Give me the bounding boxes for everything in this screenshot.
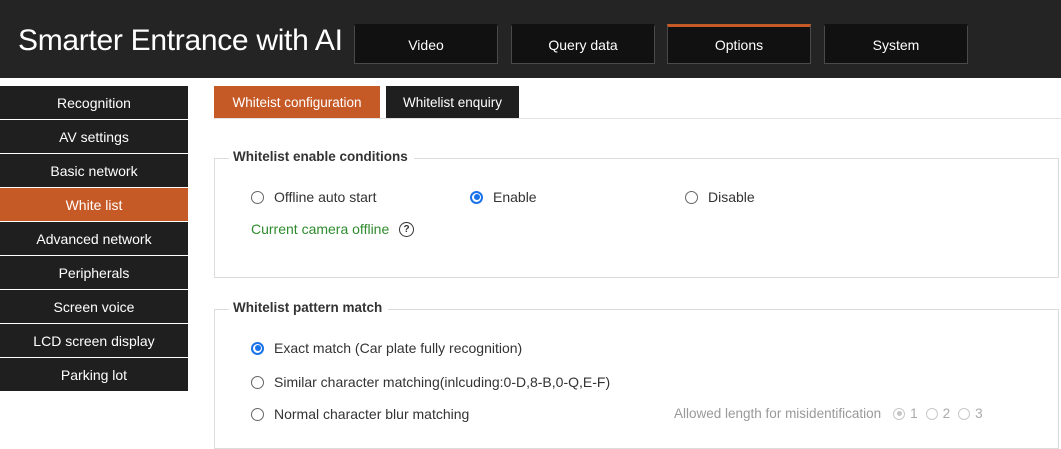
tab-query-data[interactable]: Query data	[511, 24, 655, 64]
sidebar-item-parking-lot[interactable]: Parking lot	[0, 358, 188, 391]
length-option-2[interactable]: 2	[925, 406, 951, 421]
radio-disable-circle[interactable]	[685, 190, 698, 204]
length-option-3-circle[interactable]	[958, 407, 971, 420]
sub-tab-divider	[214, 118, 1061, 119]
enable-conditions-legend: Whitelist enable conditions	[229, 149, 414, 164]
radio-disable-label: Disable	[708, 189, 755, 205]
app-title: Smarter Entrance with AI	[18, 24, 343, 57]
length-option-2-circle[interactable]	[925, 407, 938, 420]
subtab-whitelist-configuration[interactable]: Whiteist configuration	[214, 86, 380, 118]
tab-options[interactable]: Options	[667, 24, 811, 64]
radio-normal-blur-matching[interactable]: Normal character blur matching	[251, 406, 469, 422]
enable-conditions-group: Whitelist enable conditions Offline auto…	[214, 149, 1059, 278]
misidentification-length-group: Allowed length for misidentification 1 2…	[674, 406, 983, 421]
length-option-1-label: 1	[910, 406, 918, 421]
length-option-1[interactable]: 1	[893, 406, 918, 421]
length-option-2-label: 2	[942, 406, 951, 421]
radio-exact-match-label: Exact match (Car plate fully recognition…	[274, 340, 523, 356]
sidebar-item-peripherals[interactable]: Peripherals	[0, 256, 188, 289]
camera-status-text: Current camera offline	[251, 221, 390, 237]
sidebar-item-basic-network[interactable]: Basic network	[0, 154, 188, 187]
radio-offline-auto-start-circle[interactable]	[251, 190, 264, 204]
radio-normal-blur-matching-circle[interactable]	[251, 407, 264, 421]
sidebar: Recognition AV settings Basic network Wh…	[0, 86, 188, 392]
sidebar-item-recognition[interactable]: Recognition	[0, 86, 188, 119]
radio-enable[interactable]: Enable	[470, 189, 537, 205]
radio-exact-match[interactable]: Exact match (Car plate fully recognition…	[251, 340, 522, 356]
radio-enable-circle[interactable]	[470, 190, 483, 204]
sidebar-item-screen-voice[interactable]: Screen voice	[0, 290, 188, 323]
sidebar-item-white-list[interactable]: White list	[0, 188, 188, 221]
app-header: Smarter Entrance with AI Video Query dat…	[0, 0, 1061, 78]
tab-video[interactable]: Video	[354, 24, 498, 64]
sidebar-item-lcd-screen-display[interactable]: LCD screen display	[0, 324, 188, 357]
radio-offline-auto-start[interactable]: Offline auto start	[251, 189, 376, 205]
help-icon[interactable]: ?	[399, 222, 414, 237]
sidebar-item-advanced-network[interactable]: Advanced network	[0, 222, 188, 255]
subtab-whitelist-enquiry[interactable]: Whitelist enquiry	[386, 86, 519, 118]
radio-similar-character-matching-circle[interactable]	[251, 375, 264, 389]
radio-similar-character-matching[interactable]: Similar character matching(inlcuding:0-D…	[251, 374, 610, 390]
length-option-3[interactable]: 3	[958, 406, 983, 421]
radio-enable-label: Enable	[493, 189, 537, 205]
length-option-1-circle[interactable]	[893, 407, 906, 420]
radio-normal-blur-matching-label: Normal character blur matching	[274, 406, 470, 422]
misidentification-length-label: Allowed length for misidentification	[674, 406, 882, 421]
tab-system[interactable]: System	[824, 24, 968, 64]
pattern-match-group: Whitelist pattern match Exact match (Car…	[214, 300, 1059, 449]
radio-exact-match-circle[interactable]	[251, 341, 264, 355]
radio-similar-character-matching-label: Similar character matching(inlcuding:0-D…	[274, 374, 611, 390]
length-option-3-label: 3	[975, 406, 983, 421]
radio-offline-auto-start-label: Offline auto start	[274, 189, 377, 205]
pattern-match-legend: Whitelist pattern match	[229, 300, 389, 315]
sidebar-item-av-settings[interactable]: AV settings	[0, 120, 188, 153]
radio-disable[interactable]: Disable	[685, 189, 755, 205]
